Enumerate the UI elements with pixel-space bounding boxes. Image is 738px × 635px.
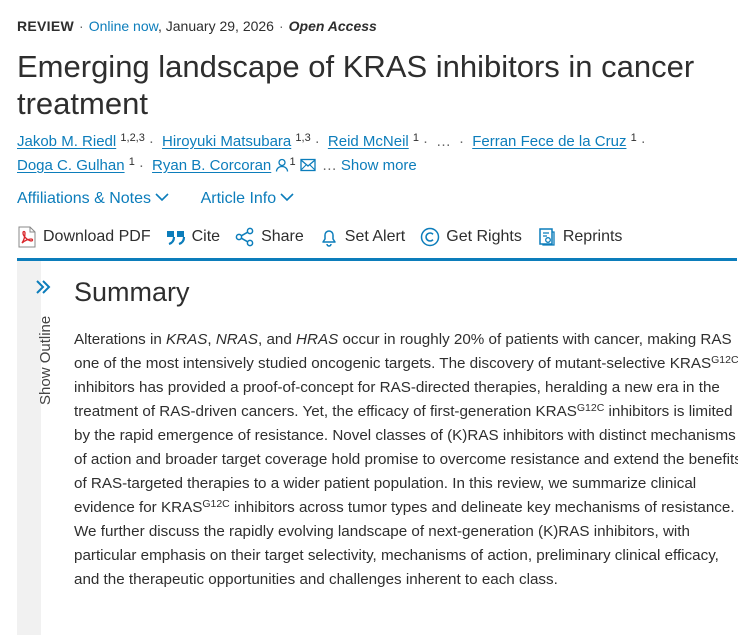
copyright-icon [421,227,440,247]
header-divider [17,258,737,261]
author-link[interactable]: Ryan B. Corcoran [152,157,271,174]
bell-icon [322,230,336,247]
online-date-link[interactable]: Online now [89,18,158,34]
double-chevron-right-icon[interactable] [35,279,51,300]
share-button[interactable]: Share [235,227,304,247]
reprints-button[interactable]: Reprints [537,227,622,247]
article-title: Emerging landscape of KRAS inhibitors in… [17,49,695,121]
author-link[interactable]: Ferran Fece de la Cruz [472,133,626,150]
author-list: Jakob M. Riedl 1,2,3 · Hiroyuki Matsubara… [17,130,732,180]
author-link[interactable]: Doga C. Gulhan [17,157,125,174]
share-icon [235,227,254,247]
set-alert-button[interactable]: Set Alert [319,227,405,247]
show-outline-label[interactable]: Show Outline [37,316,54,405]
email-icon[interactable] [300,156,316,180]
publication-date: January 29, 2026 [165,18,274,34]
reprints-icon [539,228,555,246]
info-links: Affiliations & Notes Article Info [17,189,294,208]
show-more-authors-button[interactable]: Show more [341,157,417,174]
get-rights-button[interactable]: Get Rights [420,227,522,247]
quote-icon [166,231,185,245]
open-access-badge: Open Access [288,18,377,34]
author-link[interactable]: Jakob M. Riedl [17,133,116,150]
abstract-text: Alterations in KRAS, NRAS, and HRAS occu… [74,331,738,588]
author-link[interactable]: Reid McNeil [328,133,409,150]
affiliations-dropdown[interactable]: Affiliations & Notes [17,190,169,207]
article-info-dropdown[interactable]: Article Info [201,190,295,207]
authors-ellipsis: … [436,133,452,150]
chevron-down-icon [155,189,169,207]
article-type: REVIEW [17,18,75,34]
article-meta: REVIEW · Online now, January 29, 2026 · Open… [17,18,377,34]
download-pdf-button[interactable]: Download PDF [17,226,151,248]
article-toolbar: Download PDF Cite Share Set Alert Get Ri… [17,226,637,248]
section-title: Summary [74,277,190,307]
person-icon [275,156,289,180]
authors-ellipsis-2: … [321,157,337,174]
chevron-down-icon [280,189,294,207]
author-link[interactable]: Hiroyuki Matsubara [162,133,291,150]
pdf-icon [18,226,36,248]
cite-button[interactable]: Cite [166,228,220,246]
